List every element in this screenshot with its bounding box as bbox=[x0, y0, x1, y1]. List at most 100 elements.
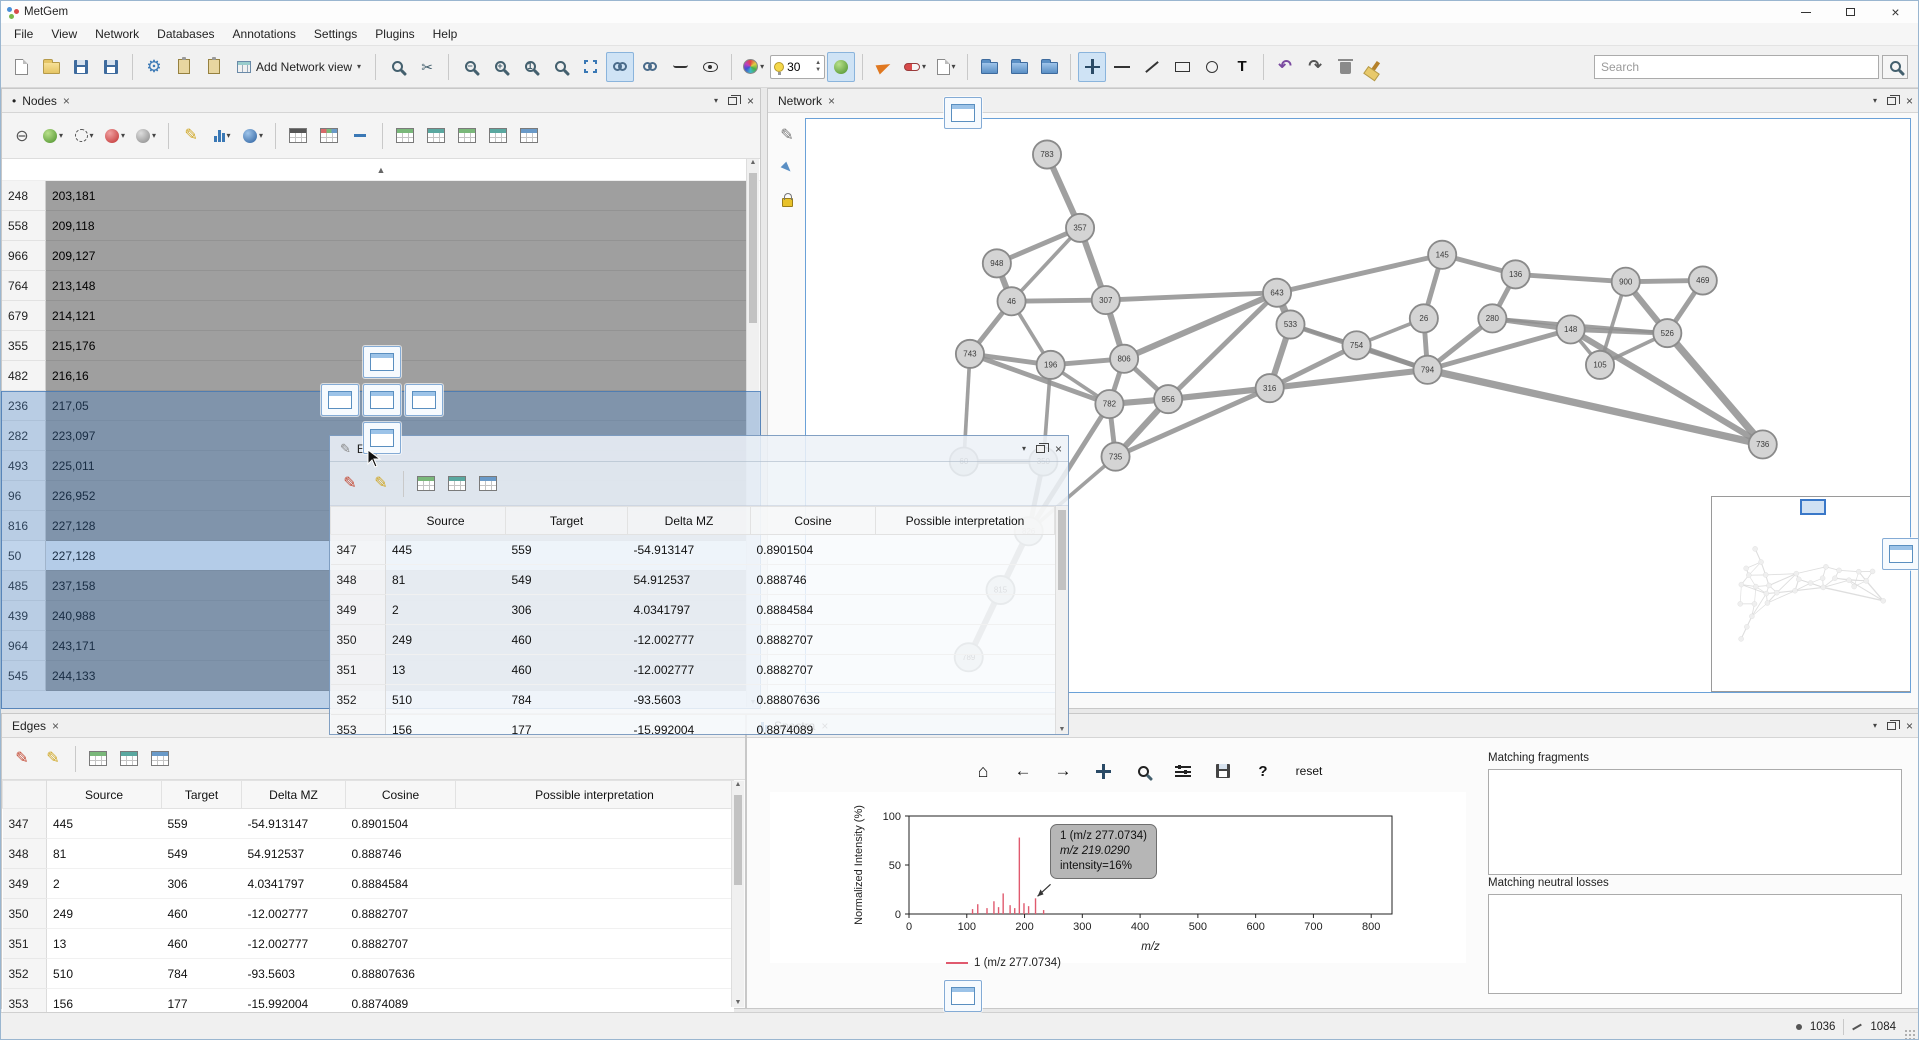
edges-table-view-1-button[interactable] bbox=[412, 468, 440, 500]
cell[interactable]: 0.88807636 bbox=[346, 959, 456, 989]
mz-value-cell[interactable]: 203,181 bbox=[46, 181, 747, 211]
row-header-cell[interactable]: 282 bbox=[2, 421, 46, 451]
cell[interactable]: 2 bbox=[386, 595, 506, 625]
edges-table-view-3-button[interactable] bbox=[474, 468, 502, 500]
row-header-cell[interactable]: 96 bbox=[2, 481, 46, 511]
column-header-source[interactable]: Source bbox=[386, 507, 506, 535]
row-header-cell[interactable]: 558 bbox=[2, 211, 46, 241]
column-header-delta-mz[interactable]: Delta MZ bbox=[628, 507, 751, 535]
cell[interactable]: 460 bbox=[162, 929, 242, 959]
cell[interactable]: 784 bbox=[162, 959, 242, 989]
column-header-cosine[interactable]: Cosine bbox=[346, 781, 456, 809]
dock-menu-icon[interactable]: ▾ bbox=[1022, 444, 1026, 453]
pills-annotation-button[interactable]: ▾ bbox=[900, 52, 930, 82]
cell[interactable]: 510 bbox=[386, 685, 506, 715]
cell[interactable]: 549 bbox=[162, 839, 242, 869]
cell[interactable]: 445 bbox=[47, 809, 162, 839]
floating-edges-panel[interactable]: ✎ Edges ▾ × ✎ ✎ SourceTargetDelta MZCosi… bbox=[329, 435, 1069, 735]
scrollbar-thumb[interactable] bbox=[749, 173, 757, 323]
cell[interactable]: -93.5603 bbox=[628, 685, 751, 715]
plot-pan-button[interactable] bbox=[1089, 756, 1117, 786]
nodes-table-row[interactable]: 679214,121 bbox=[2, 301, 747, 331]
close-dock-icon[interactable]: × bbox=[1906, 719, 1913, 733]
plot-help-button[interactable]: ? bbox=[1249, 756, 1277, 786]
cell[interactable] bbox=[456, 839, 734, 869]
edges-table-row[interactable]: 347445559-54.9131470.8901504 bbox=[3, 809, 734, 839]
floating-panel-header[interactable]: ✎ Edges ▾ × bbox=[330, 436, 1068, 462]
highlight-edges-yellow-button[interactable]: ✎ bbox=[367, 468, 395, 500]
column-header-possible-interpretation[interactable]: Possible interpretation bbox=[456, 781, 734, 809]
cell[interactable] bbox=[876, 685, 1055, 715]
process-file-button[interactable]: ⚙ bbox=[140, 52, 168, 82]
cell[interactable]: 549 bbox=[506, 565, 628, 595]
zoom-out-button[interactable]: − bbox=[456, 52, 484, 82]
row-header-cell[interactable]: 816 bbox=[2, 511, 46, 541]
pie-chart-mapping-button[interactable]: ▾ bbox=[208, 120, 236, 152]
search-button[interactable] bbox=[1882, 55, 1908, 79]
export-image-button[interactable]: ▾ bbox=[932, 52, 960, 82]
line-tool-button[interactable] bbox=[1108, 52, 1136, 82]
cell[interactable]: 81 bbox=[47, 839, 162, 869]
nodes-table-row[interactable]: 966209,127 bbox=[2, 241, 747, 271]
add-network-view-button[interactable]: Add Network view ▾ bbox=[230, 52, 368, 82]
tab-close-icon[interactable]: × bbox=[828, 94, 835, 108]
maximize-button[interactable] bbox=[1828, 1, 1873, 23]
cell[interactable]: -15.992004 bbox=[628, 715, 751, 736]
cell[interactable]: -12.002777 bbox=[628, 625, 751, 655]
cell[interactable] bbox=[456, 959, 734, 989]
flag-nodes-button[interactable] bbox=[776, 157, 798, 179]
cell[interactable]: -12.002777 bbox=[242, 899, 346, 929]
network-edge[interactable] bbox=[1428, 329, 1571, 369]
cell[interactable]: 0.8884584 bbox=[346, 869, 456, 899]
view-data-table-button[interactable] bbox=[284, 120, 312, 152]
cell[interactable]: 156 bbox=[386, 715, 506, 736]
cell[interactable]: 460 bbox=[162, 899, 242, 929]
network-edge[interactable] bbox=[1516, 274, 1626, 281]
view-databases-button[interactable] bbox=[975, 52, 1003, 82]
cell[interactable]: -12.002777 bbox=[628, 655, 751, 685]
diagonal-tool-button[interactable] bbox=[1138, 52, 1166, 82]
edges-table-row[interactable]: 35113460-12.0027770.8882707 bbox=[331, 655, 1055, 685]
resize-grip[interactable] bbox=[1904, 1029, 1916, 1040]
remove-columns-button[interactable]: ⊖ bbox=[8, 120, 36, 152]
cell[interactable]: 13 bbox=[47, 929, 162, 959]
network-edge[interactable] bbox=[1012, 228, 1081, 301]
cell[interactable]: 4.0341797 bbox=[242, 869, 346, 899]
edges-table-view-2-button[interactable] bbox=[443, 468, 471, 500]
save-project-button[interactable] bbox=[67, 52, 95, 82]
dock-indicator-window-right[interactable] bbox=[1882, 538, 1919, 570]
row-header-cell[interactable]: 349 bbox=[3, 869, 47, 899]
cell[interactable]: 460 bbox=[506, 625, 628, 655]
edges-table-view-1-button[interactable] bbox=[84, 743, 112, 775]
nodes-table-row[interactable]: 248203,181 bbox=[2, 181, 747, 211]
column-header-source[interactable]: Source bbox=[47, 781, 162, 809]
network-tab[interactable]: Network × bbox=[774, 92, 839, 110]
color-nodes-button[interactable]: ▾ bbox=[739, 52, 768, 82]
network-edge[interactable] bbox=[1106, 293, 1277, 300]
edges-table-row[interactable]: 3488154954.9125370.888746 bbox=[3, 839, 734, 869]
fit-view-button[interactable] bbox=[576, 52, 604, 82]
matching-fragments-box[interactable] bbox=[1488, 769, 1902, 875]
cell[interactable] bbox=[456, 809, 734, 839]
undo-button[interactable]: ↶ bbox=[1271, 52, 1299, 82]
import-group-mapping-button[interactable] bbox=[200, 52, 228, 82]
open-project-button[interactable] bbox=[37, 52, 65, 82]
cell[interactable]: 0.8882707 bbox=[346, 929, 456, 959]
row-header-cell[interactable]: 50 bbox=[2, 541, 46, 571]
show-isolated-nodes-button[interactable] bbox=[696, 52, 724, 82]
rectangle-tool-button[interactable] bbox=[1168, 52, 1196, 82]
cell[interactable]: 0.8901504 bbox=[346, 809, 456, 839]
dock-indicator-top[interactable] bbox=[363, 346, 401, 378]
menu-item-annotations[interactable]: Annotations bbox=[224, 24, 305, 44]
column-header-possible-interpretation[interactable]: Possible interpretation bbox=[876, 507, 1055, 535]
edges-table-row[interactable]: 352510784-93.56030.88807636 bbox=[331, 685, 1055, 715]
cell[interactable] bbox=[876, 715, 1055, 736]
dock-indicator-center[interactable] bbox=[363, 384, 401, 416]
cell[interactable] bbox=[876, 625, 1055, 655]
row-header-cell[interactable]: 439 bbox=[2, 601, 46, 631]
table-view-4-button[interactable] bbox=[484, 120, 512, 152]
dock-menu-icon[interactable]: ▾ bbox=[1873, 721, 1877, 730]
highlight-column-button[interactable]: ▾ bbox=[70, 120, 98, 152]
close-dock-icon[interactable]: × bbox=[747, 94, 754, 108]
float-dock-icon[interactable] bbox=[1036, 445, 1045, 453]
